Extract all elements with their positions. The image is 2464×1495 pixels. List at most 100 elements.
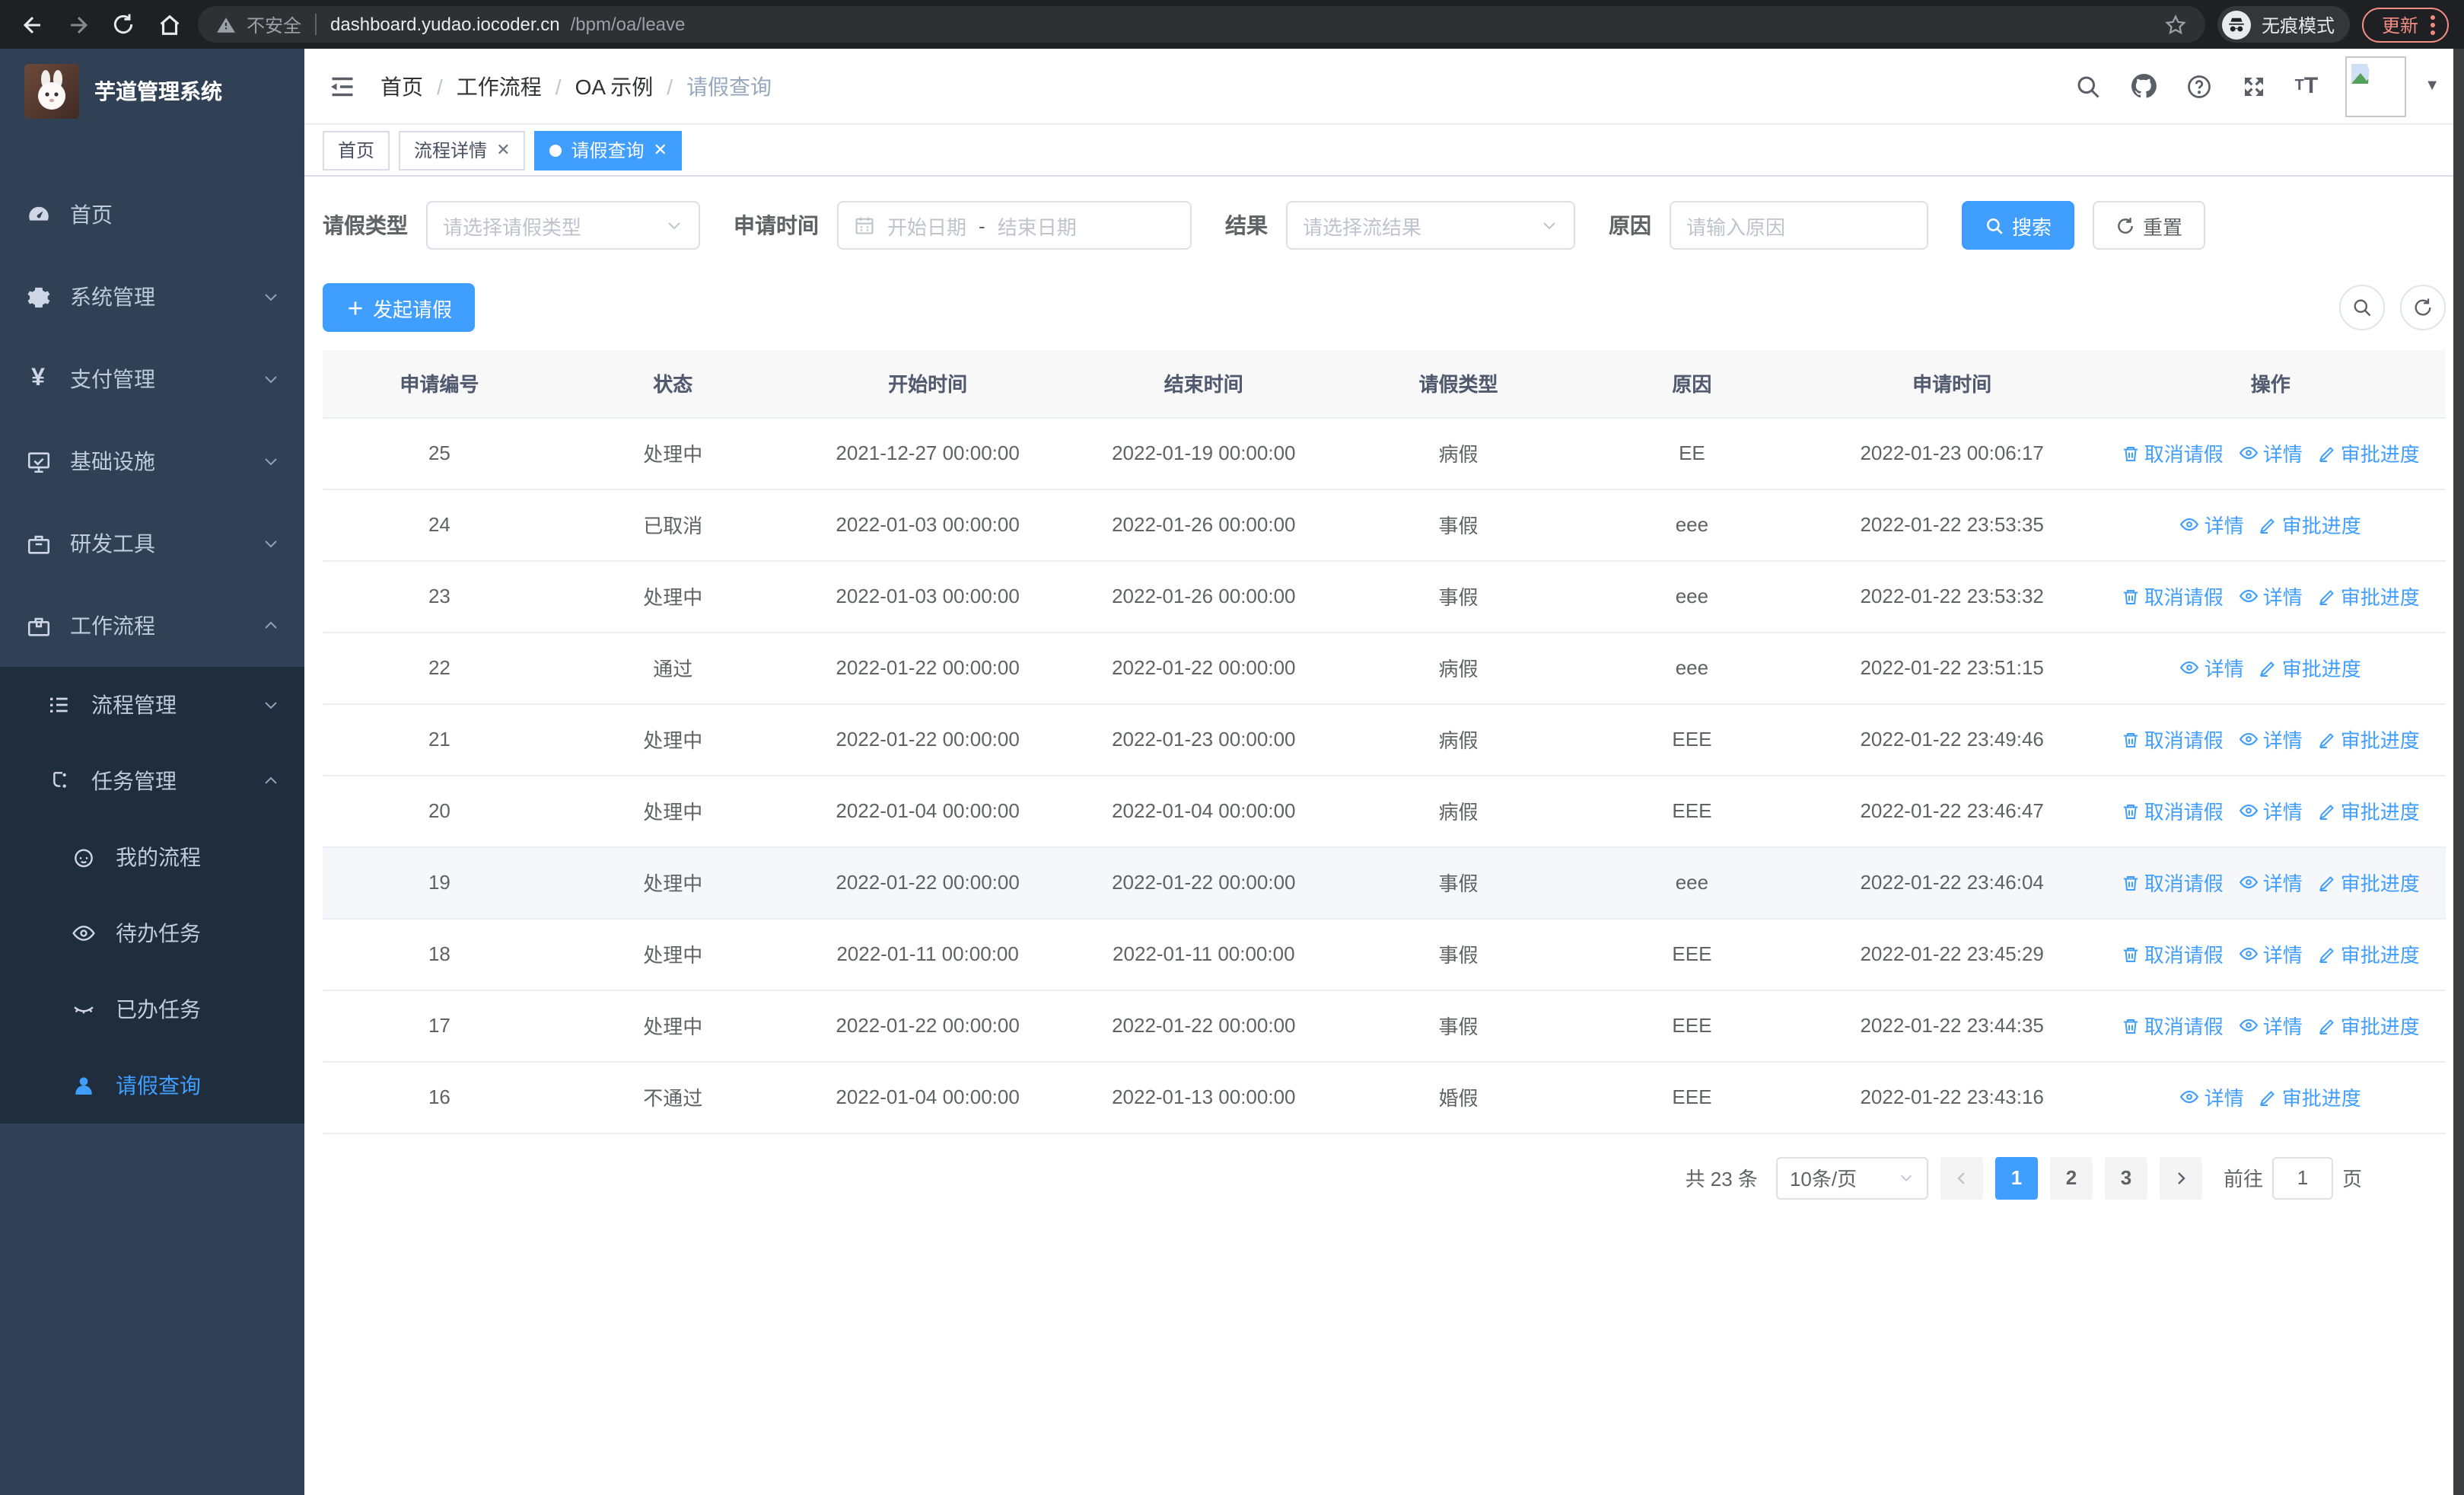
goto-page-input[interactable]: 1 [2271,1156,2333,1199]
tab-process-detail[interactable]: 流程详情 ✕ [399,130,526,170]
browser-scrollbar[interactable] [2453,49,2464,1495]
approval-progress-link[interactable]: 审批进度 [2318,582,2420,611]
search-button[interactable]: 搜索 [1962,201,2075,250]
apply-time-cell: 2022-01-22 23:51:15 [1808,632,2096,704]
browser-forward-icon[interactable] [61,8,94,41]
page-number-button[interactable]: 3 [2104,1156,2147,1199]
calendar-icon [854,215,875,236]
chevron-down-icon [1540,216,1558,234]
show-search-icon[interactable] [2339,285,2385,330]
detail-link[interactable]: 详情 [2180,1082,2244,1111]
page-size-select[interactable]: 10条/页 [1775,1156,1928,1199]
detail-link[interactable]: 详情 [2180,653,2244,682]
sidebar-item-leave-query[interactable]: 请假查询 [0,1047,304,1124]
refresh-icon[interactable] [2400,285,2446,330]
detail-link[interactable]: 详情 [2239,1011,2303,1040]
select-placeholder: 请选择请假类型 [443,215,582,238]
reason-input[interactable]: 请输入原因 [1670,201,1928,250]
search-icon[interactable] [2074,72,2102,100]
close-icon[interactable]: ✕ [654,140,667,160]
leave-type-cell: 事假 [1342,489,1575,561]
sidebar-item-label: 工作流程 [70,614,155,638]
approval-progress-link[interactable]: 审批进度 [2318,439,2420,468]
bookmark-star-icon[interactable] [2164,13,2187,36]
detail-link[interactable]: 详情 [2239,725,2303,754]
browser-update-button[interactable]: 更新 [2361,7,2449,42]
date-range-picker[interactable]: 开始日期 - 结束日期 [837,201,1192,250]
approval-progress-link[interactable]: 审批进度 [2259,511,2361,540]
github-icon[interactable] [2129,72,2158,100]
breadcrumb-item[interactable]: 首页 [380,71,423,101]
close-icon[interactable]: ✕ [496,140,510,160]
sidebar-fold-icon[interactable] [329,72,356,100]
reason-cell: eee [1575,632,1809,704]
sidebar-item-done-tasks[interactable]: 已办任务 [0,971,304,1047]
request-id-cell: 19 [323,846,556,919]
cancel-leave-link[interactable]: 取消请假 [2122,1012,2224,1041]
sidebar-item-infrastructure[interactable]: 基础设施 [0,420,304,502]
sidebar-item-payment[interactable]: ¥ 支付管理 [0,338,304,420]
approval-progress-link[interactable]: 审批进度 [2318,797,2420,826]
approval-progress-link[interactable]: 审批进度 [2318,940,2420,969]
reason-cell: EEE [1575,918,1809,990]
cancel-leave-link[interactable]: 取消请假 [2122,725,2224,754]
approval-progress-link[interactable]: 审批进度 [2259,1083,2361,1112]
approval-progress-link[interactable]: 审批进度 [2318,1012,2420,1041]
reset-button[interactable]: 重置 [2093,201,2206,250]
status-cell: 不通过 [556,1061,790,1133]
sidebar-item-process-management[interactable]: 流程管理 [0,667,304,743]
security-label: 不安全 [247,14,302,36]
browser-reload-icon[interactable] [107,8,140,41]
approval-progress-link[interactable]: 审批进度 [2259,654,2361,683]
reason-cell: eee [1575,846,1809,919]
browser-menu-icon[interactable] [2431,14,2435,34]
browser-back-icon[interactable] [15,8,49,41]
tab-leave-query[interactable]: 请假查询 ✕ [534,130,683,170]
font-size-icon[interactable]: TT [2295,73,2319,99]
avatar-caret-icon[interactable]: ▼ [2424,78,2440,94]
end-time-cell: 2022-01-23 00:00:00 [1065,703,1342,776]
cancel-leave-link[interactable]: 取消请假 [2122,439,2224,468]
cancel-leave-link[interactable]: 取消请假 [2122,940,2224,969]
cancel-leave-link[interactable]: 取消请假 [2122,869,2224,897]
cancel-leave-link[interactable]: 取消请假 [2122,797,2224,826]
breadcrumb-item[interactable]: OA 示例 [575,71,654,101]
user-avatar[interactable] [2345,56,2407,116]
apply-time-cell: 2022-01-22 23:43:16 [1808,1061,2096,1133]
page-number-button[interactable]: 2 [2049,1156,2093,1199]
insecure-warning-icon[interactable] [216,14,236,34]
detail-link[interactable]: 详情 [2239,438,2303,467]
fullscreen-icon[interactable] [2240,72,2268,100]
browser-home-icon[interactable] [152,8,186,41]
detail-link[interactable]: 详情 [2239,868,2303,897]
sidebar-item-todo-tasks[interactable]: 待办任务 [0,895,304,971]
detail-link[interactable]: 详情 [2239,939,2303,968]
tab-home[interactable]: 首页 [323,130,390,170]
breadcrumb-item[interactable]: 工作流程 [457,71,542,101]
incognito-badge: 无痕模式 [2217,6,2350,43]
detail-link[interactable]: 详情 [2180,510,2244,539]
sidebar-item-my-process[interactable]: 我的流程 [0,819,304,895]
sidebar-item-devtools[interactable]: 研发工具 [0,502,304,585]
start-time-cell: 2022-01-22 00:00:00 [789,990,1066,1062]
prev-page-button[interactable] [1940,1156,1983,1199]
sidebar-item-task-management[interactable]: 任务管理 [0,743,304,819]
help-icon[interactable] [2185,72,2213,100]
cancel-leave-link[interactable]: 取消请假 [2122,582,2224,611]
approval-progress-link[interactable]: 审批进度 [2318,869,2420,897]
next-page-button[interactable] [2159,1156,2202,1199]
detail-link[interactable]: 详情 [2239,582,2303,610]
result-select[interactable]: 请选择流结果 [1286,201,1575,250]
leave-type-select[interactable]: 请选择请假类型 [426,201,700,250]
approval-progress-link[interactable]: 审批进度 [2318,725,2420,754]
page-number-button[interactable]: 1 [1994,1156,2038,1199]
trash-icon [2122,1017,2140,1035]
pen-icon [2318,1017,2336,1035]
detail-link[interactable]: 详情 [2239,796,2303,825]
sidebar-item-workflow[interactable]: 工作流程 [0,585,304,667]
sidebar-item-home[interactable]: 首页 [0,174,304,256]
create-leave-button[interactable]: 发起请假 [323,283,476,332]
tab-label: 首页 [338,140,375,161]
sidebar-item-system[interactable]: 系统管理 [0,256,304,338]
address-bar[interactable]: 不安全 dashboard.yudao.iocoder.cn /bpm/oa/l… [198,6,2205,43]
